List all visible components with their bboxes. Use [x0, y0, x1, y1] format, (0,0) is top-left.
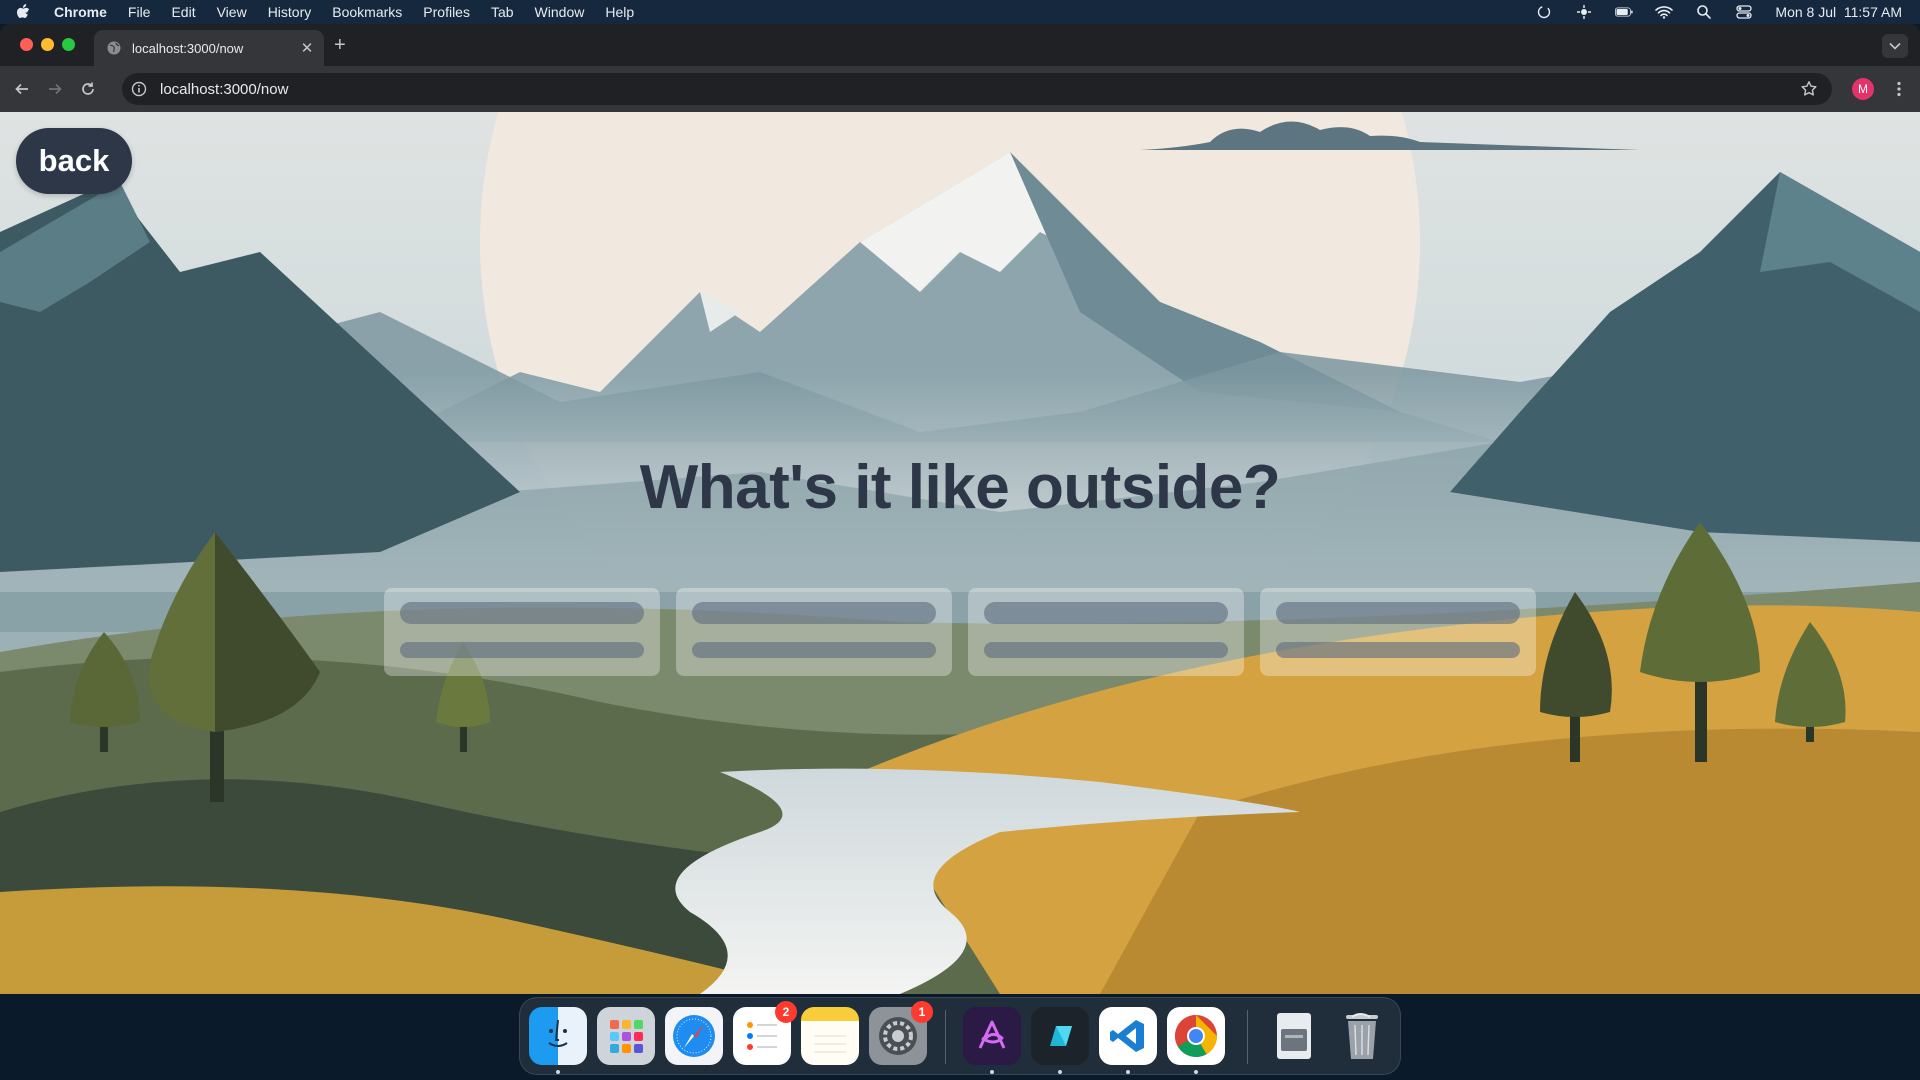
reload-icon[interactable] [77, 78, 99, 100]
finder-icon[interactable] [529, 1007, 587, 1065]
close-tab-icon[interactable]: ✕ [296, 39, 318, 57]
menu-profiles[interactable]: Profiles [423, 4, 470, 20]
sync-status-icon[interactable] [1535, 5, 1553, 19]
menu-file[interactable]: File [128, 4, 151, 20]
skeleton-card [384, 588, 660, 676]
back-arrow-icon[interactable] [11, 78, 33, 100]
reminders-badge: 2 [775, 1001, 797, 1023]
menu-tab[interactable]: Tab [491, 4, 514, 20]
launchpad-icon[interactable] [597, 1007, 655, 1065]
new-tab-button[interactable]: + [334, 34, 346, 57]
safari-icon[interactable] [665, 1007, 723, 1065]
skeleton-line [984, 642, 1228, 658]
downloads-folder-icon[interactable] [1265, 1007, 1323, 1065]
back-button[interactable]: back [16, 128, 132, 194]
chrome-icon[interactable] [1167, 1007, 1225, 1065]
chrome-menu-icon[interactable] [1892, 78, 1906, 100]
menu-history[interactable]: History [268, 4, 312, 20]
tab-strip: localhost:3000/now ✕ + [0, 24, 1920, 66]
skeleton-line [400, 642, 644, 658]
minimize-window-button[interactable] [41, 38, 54, 51]
menubar-clock[interactable]: Mon 8 Jul 11:57 AM [1775, 4, 1902, 20]
skeleton-line [984, 602, 1228, 624]
skeleton-card [968, 588, 1244, 676]
arc-browser-icon[interactable] [963, 1007, 1021, 1065]
settings-badge: 1 [911, 1001, 933, 1023]
menu-help[interactable]: Help [605, 4, 634, 20]
url-text[interactable]: localhost:3000/now [160, 81, 288, 98]
cursor-editor-icon[interactable] [1031, 1007, 1089, 1065]
skeleton-line [692, 642, 936, 658]
battery-icon[interactable] [1615, 5, 1634, 19]
wifi-icon[interactable] [1655, 5, 1674, 19]
forward-arrow-icon[interactable] [44, 78, 66, 100]
web-page: back What's it like outside? [0, 112, 1920, 994]
macos-menu-bar: Chrome File Edit View History Bookmarks … [0, 0, 1920, 24]
profile-avatar[interactable]: M [1852, 78, 1874, 100]
site-info-icon[interactable] [130, 80, 148, 98]
cursor-running-indicator [1058, 1070, 1062, 1074]
vscode-running-indicator [1126, 1070, 1130, 1074]
arc-running-indicator [990, 1070, 994, 1074]
trash-icon[interactable] [1333, 1007, 1391, 1065]
apple-logo-icon[interactable] [16, 4, 36, 20]
zoom-window-button[interactable] [62, 38, 75, 51]
globe-icon [106, 40, 122, 56]
bookmark-star-icon[interactable] [1800, 80, 1818, 103]
menu-view[interactable]: View [217, 4, 247, 20]
control-center-icon[interactable] [1735, 5, 1753, 19]
reminders-icon[interactable]: 2 [733, 1001, 797, 1065]
focus-status-icon[interactable] [1575, 5, 1593, 19]
tab-search-button[interactable] [1882, 34, 1908, 58]
dock-separator [945, 1010, 946, 1064]
skeleton-card [1260, 588, 1536, 676]
menu-bookmarks[interactable]: Bookmarks [332, 4, 402, 20]
vscode-icon[interactable] [1099, 1007, 1157, 1065]
page-title: What's it like outside? [639, 453, 1281, 522]
finder-running-indicator [556, 1070, 560, 1074]
notes-icon[interactable] [801, 1007, 859, 1065]
loading-skeleton-cards [384, 588, 1536, 676]
system-settings-icon[interactable]: 1 [869, 1001, 933, 1065]
chrome-running-indicator [1194, 1070, 1198, 1074]
address-bar[interactable]: localhost:3000/now [122, 73, 1832, 105]
browser-toolbar: localhost:3000/now M [0, 66, 1920, 112]
menu-app-name[interactable]: Chrome [54, 4, 107, 20]
menu-window[interactable]: Window [535, 4, 585, 20]
window-controls [20, 38, 75, 51]
browser-tab-active[interactable]: localhost:3000/now ✕ [94, 30, 324, 66]
skeleton-line [692, 602, 936, 624]
mountain-landscape-illustration [0, 112, 1920, 994]
dock-separator [1247, 1010, 1248, 1064]
skeleton-line [1276, 602, 1520, 624]
tab-title: localhost:3000/now [132, 40, 244, 56]
close-window-button[interactable] [20, 38, 33, 51]
browser-window: localhost:3000/now ✕ + localhost:3000/no… [0, 24, 1920, 994]
spotlight-search-icon[interactable] [1695, 5, 1713, 19]
skeleton-line [1276, 642, 1520, 658]
macos-dock: 2 1 [519, 997, 1401, 1075]
skeleton-card [676, 588, 952, 676]
skeleton-line [400, 602, 644, 624]
menu-edit[interactable]: Edit [171, 4, 195, 20]
